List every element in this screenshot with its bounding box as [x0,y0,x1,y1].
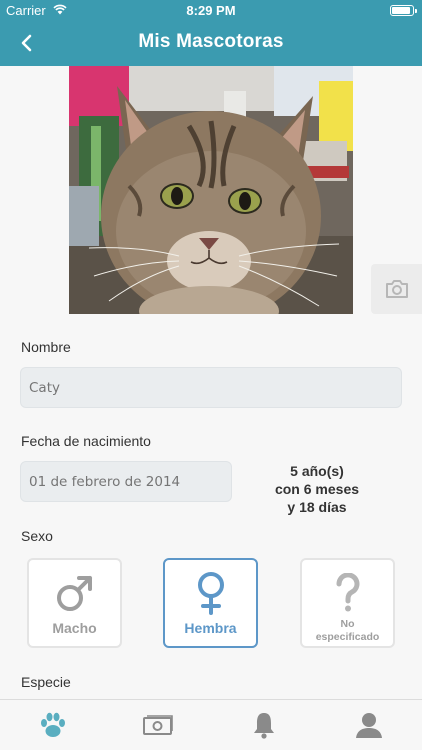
question-icon [335,572,361,614]
sex-option-female[interactable]: Hembra [163,558,258,648]
change-photo-button[interactable] [371,264,422,314]
sex-label: Sexo [21,528,53,544]
bell-icon [253,713,274,739]
age-summary: 5 año(s) con 6 meses y 18 días [252,462,382,516]
nav-bar: Mis Mascotoras [0,22,422,66]
header: Carrier 8:29 PM Mis Mascotoras [0,0,422,66]
birth-date-field[interactable] [20,461,232,502]
cat-photo-image [69,66,353,314]
status-bar: Carrier 8:29 PM [0,0,422,22]
tab-bar [0,699,422,750]
camera-icon [385,280,408,298]
tab-payments[interactable] [105,700,210,750]
species-label: Especie [21,674,71,690]
screen: Carrier 8:29 PM Mis Mascotoras Nombre Ca… [0,0,422,750]
sex-option-unspecified-label: No especificado [316,618,380,644]
user-icon [355,713,382,738]
tab-profile[interactable] [316,700,421,750]
pet-photo[interactable] [69,66,353,314]
battery-fill [392,7,411,14]
name-field[interactable] [20,367,402,408]
age-months: con 6 meses [274,481,360,497]
tab-notifications[interactable] [211,700,316,750]
name-label: Nombre [21,339,71,355]
age-years: 5 año(s) [290,463,344,479]
sex-option-unspecified[interactable]: No especificado [300,558,395,648]
age-days: y 18 días [287,499,347,515]
battery-icon [390,5,417,16]
status-time: 8:29 PM [186,3,236,18]
sex-option-male-label: Macho [52,620,97,636]
money-icon [142,715,173,735]
sex-option-unspecified-line1: No [340,618,355,630]
tab-pets[interactable] [0,700,105,750]
paw-icon [40,712,65,737]
sex-option-male[interactable]: Macho [27,558,122,648]
sex-option-unspecified-line2: especificado [315,631,380,643]
male-icon [55,572,95,614]
page-title: Mis Mascotoras [138,31,284,52]
birth-date-label: Fecha de nacimiento [21,433,151,449]
sex-option-female-label: Hembra [184,620,237,636]
female-icon [194,572,228,615]
